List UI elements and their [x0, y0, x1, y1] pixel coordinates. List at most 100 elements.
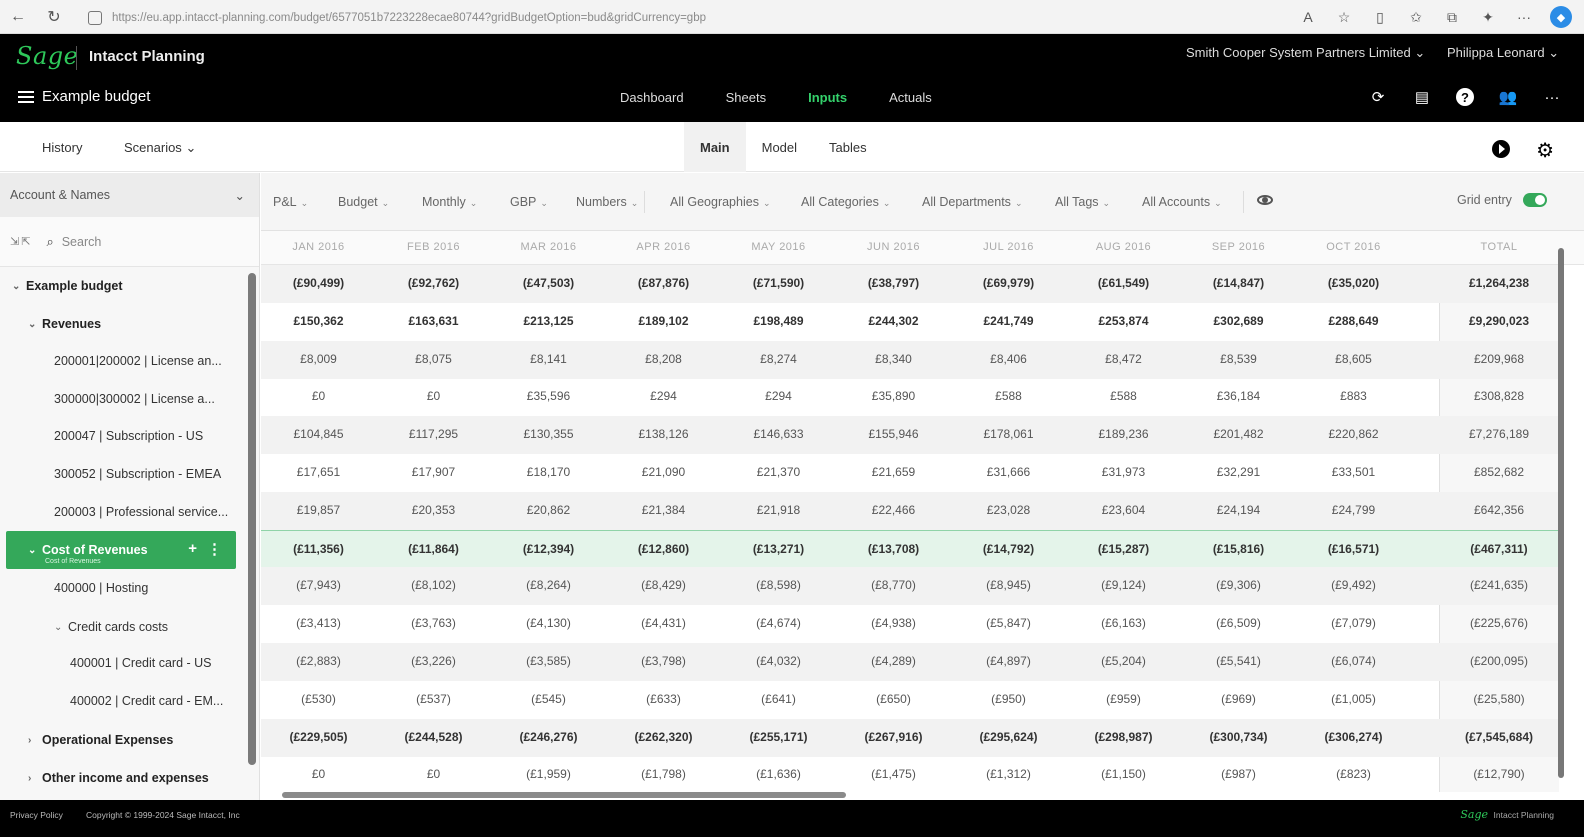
table-cell[interactable]: (£12,394) — [491, 542, 606, 556]
table-cell[interactable]: £31,666 — [951, 465, 1066, 479]
table-cell[interactable]: (£35,020) — [1296, 276, 1411, 290]
table-cell[interactable]: (£4,674) — [721, 616, 836, 630]
back-icon[interactable]: ← — [0, 8, 36, 26]
filter-dropdown[interactable]: All Departments ⌄ — [922, 195, 1022, 209]
column-header[interactable]: APR 2016 — [606, 241, 721, 253]
table-cell[interactable]: (£823) — [1296, 767, 1411, 781]
table-cell[interactable]: £220,862 — [1296, 427, 1411, 441]
tree-caret-icon[interactable]: ⌄ — [12, 281, 20, 292]
column-header[interactable]: JUL 2016 — [951, 241, 1066, 253]
table-cell[interactable]: (£47,503) — [491, 276, 606, 290]
table-cell[interactable]: (£15,816) — [1181, 542, 1296, 556]
table-cell[interactable]: £8,539 — [1181, 352, 1296, 366]
table-cell[interactable]: £244,302 — [836, 314, 951, 328]
sync-icon[interactable]: ⟳ — [1368, 87, 1388, 107]
nav-inputs[interactable]: Inputs — [808, 90, 847, 105]
table-cell[interactable]: (£8,264) — [491, 578, 606, 592]
table-cell[interactable]: (£15,287) — [1066, 542, 1181, 556]
table-cell[interactable]: (£300,734) — [1181, 730, 1296, 744]
table-cell[interactable]: £241,749 — [951, 314, 1066, 328]
table-cell[interactable]: £294 — [721, 389, 836, 403]
table-cell[interactable]: £21,659 — [836, 465, 951, 479]
table-cell[interactable]: (£3,798) — [606, 654, 721, 668]
filter-dropdown[interactable]: Numbers ⌄ — [576, 195, 638, 209]
table-cell[interactable]: (£295,624) — [951, 730, 1066, 744]
table-cell[interactable]: £19,857 — [261, 503, 376, 517]
table-cell[interactable]: (£11,864) — [376, 542, 491, 556]
table-cell[interactable]: £294 — [606, 389, 721, 403]
table-cell[interactable]: (£71,590) — [721, 276, 836, 290]
tree-item[interactable]: 300000|300002 | License a... — [0, 380, 248, 418]
table-cell[interactable]: (£959) — [1066, 692, 1181, 706]
table-cell[interactable]: (£90,499) — [261, 276, 376, 290]
table-cell[interactable]: (£8,598) — [721, 578, 836, 592]
table-cell[interactable]: (£5,541) — [1181, 654, 1296, 668]
table-cell[interactable]: £117,295 — [376, 427, 491, 441]
privacy-policy-link[interactable]: Privacy Policy — [10, 810, 63, 820]
table-cell[interactable]: (£262,320) — [606, 730, 721, 744]
table-cell[interactable]: £8,274 — [721, 352, 836, 366]
table-cell[interactable]: £253,874 — [1066, 314, 1181, 328]
play-icon[interactable] — [1492, 140, 1510, 158]
column-header[interactable]: JAN 2016 — [261, 241, 376, 253]
tree-scrollbar[interactable] — [248, 273, 256, 765]
more-icon[interactable]: ··· — [1514, 7, 1534, 27]
add-icon[interactable]: + — [188, 540, 197, 558]
table-cell[interactable]: (£14,792) — [951, 542, 1066, 556]
gear-icon[interactable]: ⚙ — [1536, 138, 1554, 163]
table-cell[interactable]: (£4,130) — [491, 616, 606, 630]
table-cell[interactable]: (£69,979) — [951, 276, 1066, 290]
table-cell[interactable]: (£650) — [836, 692, 951, 706]
table-cell[interactable]: (£7,943) — [261, 578, 376, 592]
table-cell[interactable]: £130,355 — [491, 427, 606, 441]
favorite-star-icon[interactable]: ☆ — [1334, 7, 1354, 27]
extensions-icon[interactable]: ✦ — [1478, 7, 1498, 27]
table-cell[interactable]: (£5,204) — [1066, 654, 1181, 668]
filter-dropdown[interactable]: Monthly ⌄ — [422, 195, 477, 209]
table-cell[interactable]: £883 — [1296, 389, 1411, 403]
table-cell[interactable]: (£545) — [491, 692, 606, 706]
table-cell[interactable]: (£537) — [376, 692, 491, 706]
tree-caret-icon[interactable]: › — [28, 773, 36, 784]
users-icon[interactable]: 👥 — [1498, 87, 1518, 107]
table-cell[interactable]: £24,194 — [1181, 503, 1296, 517]
table-cell[interactable]: £20,862 — [491, 503, 606, 517]
table-cell[interactable]: (£1,959) — [491, 767, 606, 781]
table-cell[interactable]: (£61,549) — [1066, 276, 1181, 290]
table-cell[interactable]: £8,208 — [606, 352, 721, 366]
split-screen-icon[interactable]: ▯ — [1370, 7, 1390, 27]
table-cell[interactable]: £104,845 — [261, 427, 376, 441]
table-cell[interactable]: (£9,492) — [1296, 578, 1411, 592]
table-cell[interactable]: £36,184 — [1181, 389, 1296, 403]
table-cell[interactable]: (£4,032) — [721, 654, 836, 668]
table-cell[interactable]: £138,126 — [606, 427, 721, 441]
table-cell[interactable]: (£11,356) — [261, 542, 376, 556]
nav-actuals[interactable]: Actuals — [889, 90, 932, 105]
tree-item[interactable]: ⌄ Example budget — [0, 267, 248, 305]
table-cell[interactable]: £31,973 — [1066, 465, 1181, 479]
table-cell[interactable]: (£633) — [606, 692, 721, 706]
table-cell[interactable]: £20,353 — [376, 503, 491, 517]
table-cell[interactable]: £33,501 — [1296, 465, 1411, 479]
table-cell[interactable]: £8,009 — [261, 352, 376, 366]
table-cell[interactable]: (£244,528) — [376, 730, 491, 744]
table-cell[interactable]: £0 — [261, 767, 376, 781]
tree-caret-icon[interactable]: ⌄ — [28, 545, 36, 556]
table-cell[interactable]: (£8,429) — [606, 578, 721, 592]
table-cell[interactable]: (£3,763) — [376, 616, 491, 630]
table-cell[interactable]: (£246,276) — [491, 730, 606, 744]
table-cell[interactable]: (£1,005) — [1296, 692, 1411, 706]
table-cell[interactable]: (£306,274) — [1296, 730, 1411, 744]
table-cell[interactable]: (£12,860) — [606, 542, 721, 556]
grid-horizontal-scrollbar[interactable] — [282, 792, 846, 798]
site-info-icon[interactable] — [88, 11, 102, 25]
table-cell[interactable]: £8,141 — [491, 352, 606, 366]
notifications-icon[interactable]: ▤ — [1412, 87, 1432, 107]
table-cell[interactable]: £302,689 — [1181, 314, 1296, 328]
tree-item[interactable]: ⌄ Credit cards costs — [0, 608, 248, 646]
table-cell[interactable]: £189,102 — [606, 314, 721, 328]
grid-vertical-scrollbar[interactable] — [1558, 248, 1564, 778]
table-cell[interactable]: £0 — [376, 389, 491, 403]
table-cell[interactable]: (£298,987) — [1066, 730, 1181, 744]
table-cell[interactable]: £21,090 — [606, 465, 721, 479]
